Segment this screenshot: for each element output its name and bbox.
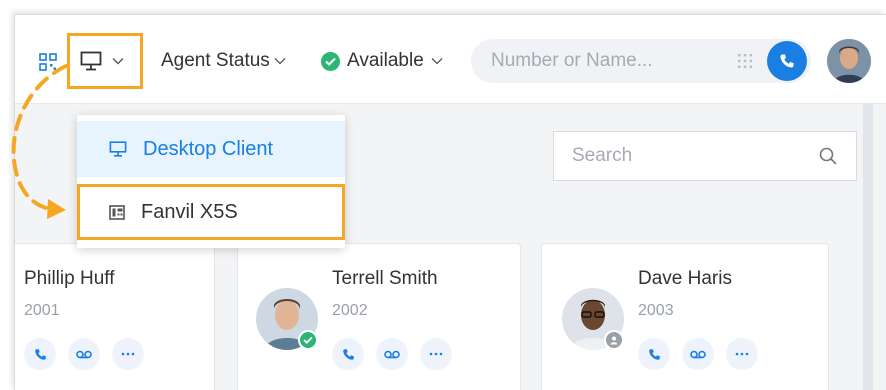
search-input[interactable] bbox=[572, 144, 792, 168]
search-icon[interactable] bbox=[818, 146, 838, 166]
phone-icon bbox=[342, 348, 354, 360]
call-contact-button[interactable] bbox=[24, 338, 56, 370]
desktop-monitor-icon bbox=[80, 51, 102, 71]
device-selector-button[interactable] bbox=[67, 33, 143, 89]
contact-name: Dave Haris bbox=[638, 268, 732, 289]
contact-card[interactable]: Terrell Smith 2002 bbox=[237, 243, 521, 390]
chevron-down-icon bbox=[431, 58, 443, 65]
voicemail-button[interactable] bbox=[376, 338, 408, 370]
device-dropdown-menu: Desktop Client Fanvil X5S bbox=[77, 115, 345, 248]
contact-actions bbox=[638, 338, 758, 370]
ip-phone-icon bbox=[109, 204, 125, 220]
offline-status-icon bbox=[604, 330, 624, 350]
more-icon bbox=[735, 352, 749, 356]
contact-extension: 2003 bbox=[638, 302, 674, 319]
phone-icon bbox=[780, 54, 794, 68]
chevron-down-icon bbox=[274, 58, 286, 65]
voicemail-icon bbox=[76, 350, 92, 358]
more-options-button[interactable] bbox=[726, 338, 758, 370]
qr-code-icon[interactable] bbox=[39, 53, 57, 71]
menu-item-fanvil-x5s[interactable]: Fanvil X5S bbox=[77, 184, 345, 240]
voicemail-button[interactable] bbox=[682, 338, 714, 370]
menu-item-desktop-client[interactable]: Desktop Client bbox=[77, 121, 345, 177]
contact-search-box bbox=[553, 131, 857, 181]
dialpad-icon[interactable] bbox=[737, 53, 753, 69]
dial-number-input[interactable] bbox=[491, 49, 711, 73]
voicemail-icon bbox=[690, 350, 706, 358]
contact-extension: 2001 bbox=[24, 302, 60, 319]
voicemail-button[interactable] bbox=[68, 338, 100, 370]
contact-actions bbox=[332, 338, 452, 370]
agent-status-dropdown[interactable]: Agent Status bbox=[161, 49, 286, 73]
dial-bar bbox=[471, 39, 811, 83]
contact-card[interactable]: Dave Haris 2003 bbox=[541, 243, 829, 390]
contact-actions bbox=[24, 338, 144, 370]
agent-status-label: Agent Status bbox=[161, 50, 270, 71]
availability-label: Available bbox=[347, 50, 424, 71]
phone-icon bbox=[648, 348, 660, 360]
contact-name: Terrell Smith bbox=[332, 268, 438, 289]
scrollbar-track[interactable] bbox=[863, 104, 873, 390]
more-icon bbox=[429, 352, 443, 356]
call-contact-button[interactable] bbox=[638, 338, 670, 370]
available-status-icon bbox=[298, 330, 318, 350]
more-icon bbox=[121, 352, 135, 356]
more-options-button[interactable] bbox=[420, 338, 452, 370]
menu-item-label: Desktop Client bbox=[143, 137, 274, 160]
contact-name: Phillip Huff bbox=[24, 268, 115, 289]
call-button[interactable] bbox=[767, 41, 807, 81]
desktop-monitor-icon bbox=[109, 141, 127, 157]
menu-item-label: Fanvil X5S bbox=[141, 200, 238, 223]
voicemail-icon bbox=[384, 350, 400, 358]
user-avatar[interactable] bbox=[827, 39, 871, 83]
call-contact-button[interactable] bbox=[332, 338, 364, 370]
phone-icon bbox=[34, 348, 46, 360]
contact-extension: 2002 bbox=[332, 302, 368, 319]
more-options-button[interactable] bbox=[112, 338, 144, 370]
chevron-down-icon bbox=[112, 58, 124, 65]
app-window: Agent Status Available Number or Name...… bbox=[14, 14, 886, 390]
contact-card[interactable]: Phillip Huff 2001 bbox=[15, 243, 215, 390]
top-toolbar: Agent Status Available bbox=[15, 15, 886, 104]
availability-dropdown[interactable]: Available bbox=[321, 49, 443, 73]
available-status-icon bbox=[321, 51, 340, 71]
